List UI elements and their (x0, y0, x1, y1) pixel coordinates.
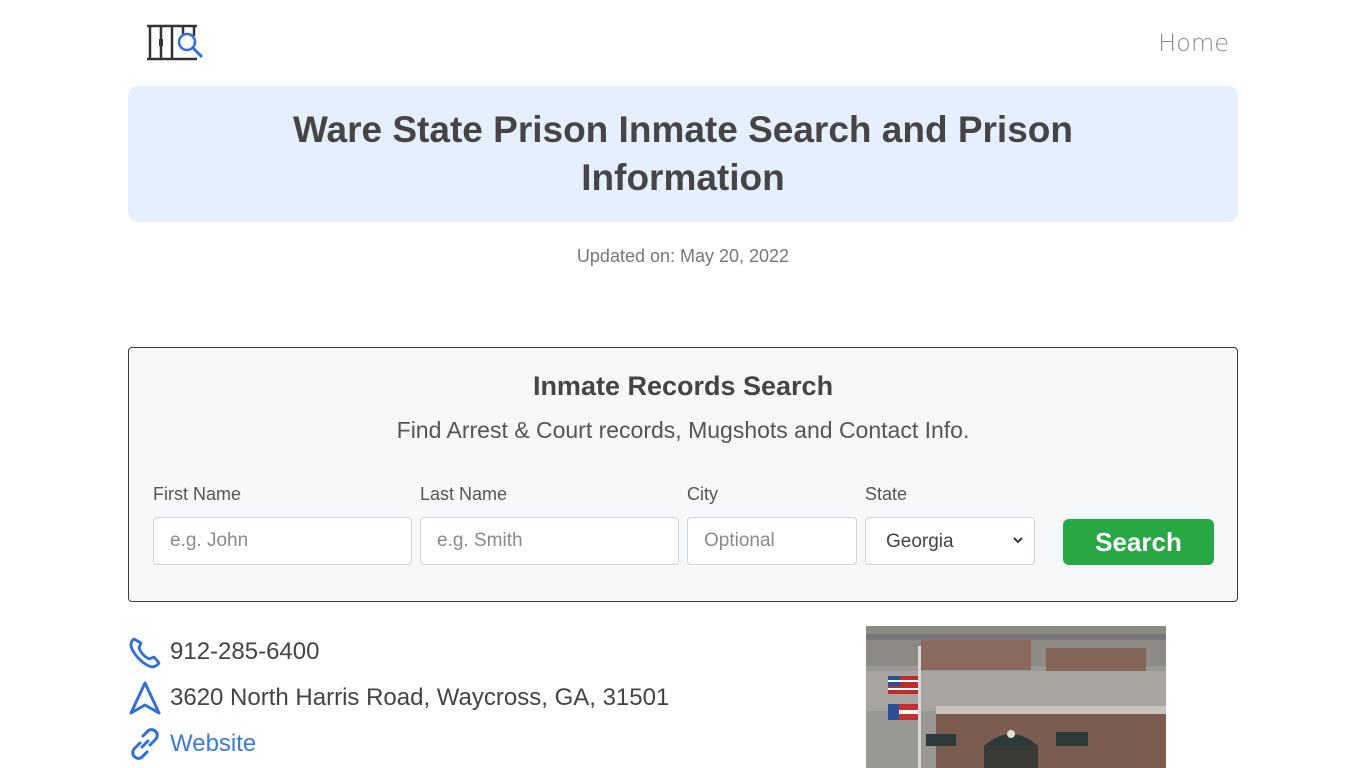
search-title: Inmate Records Search (532, 371, 834, 401)
phone-number[interactable]: 912-285-6400 (170, 638, 319, 666)
inmate-search-form: Inmate Records Search Find Arrest & Cour… (128, 347, 1238, 602)
phone-icon (129, 637, 161, 669)
link-icon (131, 728, 159, 760)
nav-home-link[interactable]: Home (1158, 29, 1229, 57)
page-title-banner: Ware State Prison Inmate Search and Pris… (128, 86, 1238, 222)
state-select-value: Georgia (886, 531, 954, 552)
state-select[interactable]: Georgia (865, 517, 1035, 565)
website-row: Website (128, 727, 256, 761)
address-text: 3620 North Harris Road, Waycross, GA, 31… (170, 684, 670, 711)
prison-building-photo (866, 626, 1166, 768)
chevron-down-icon (1013, 537, 1023, 544)
page-title: Ware State Prison Inmate Search and Pris… (293, 109, 1073, 198)
state-label: State (865, 484, 908, 504)
phone-row: 912-285-6400 (128, 635, 319, 669)
navigation-arrow-icon (129, 681, 161, 715)
address-row: 3620 North Harris Road, Waycross, GA, 31… (128, 681, 669, 715)
updated-date: Updated on: May 20, 2022 (576, 246, 790, 266)
jail-bars-search-icon[interactable] (145, 22, 205, 62)
search-subtitle: Find Arrest & Court records, Mugshots an… (396, 417, 970, 443)
first-name-label: First Name (153, 484, 242, 504)
city-input[interactable] (687, 517, 857, 565)
last-name-label: Last Name (420, 484, 508, 504)
first-name-input[interactable] (153, 517, 412, 565)
website-link[interactable]: Website (170, 730, 256, 758)
city-label: City (687, 484, 718, 504)
last-name-input[interactable] (420, 517, 679, 565)
search-button[interactable]: Search (1063, 519, 1214, 565)
